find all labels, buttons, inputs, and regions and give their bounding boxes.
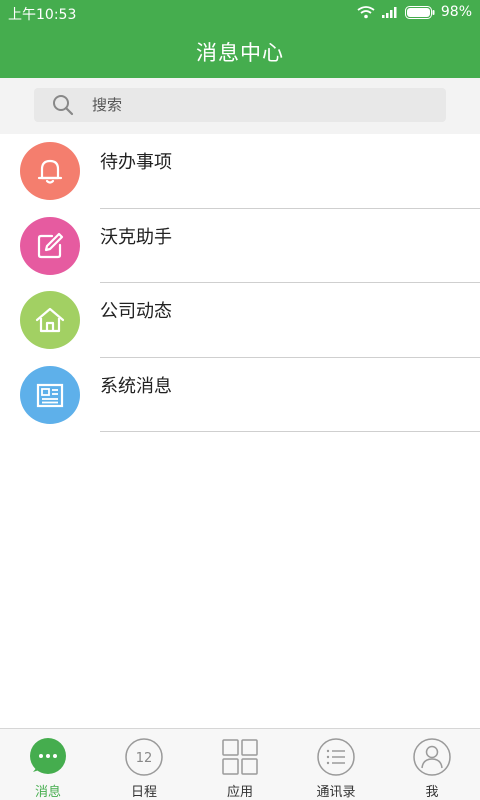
list-item-company-news[interactable]: 公司动态 [0, 283, 480, 358]
list-item-assistant[interactable]: 沃克助手 [0, 209, 480, 283]
status-time: 上午10:53 [8, 7, 77, 23]
news-icon [36, 383, 64, 407]
tab-label: 通讯录 [316, 785, 356, 800]
tab-label: 我 [425, 785, 439, 800]
app-header: 上午10:53 98% 消息中心 [0, 0, 480, 78]
chat-icon [30, 738, 66, 774]
search-input[interactable] [92, 94, 422, 116]
tab-label: 消息 [34, 785, 61, 800]
battery-icon [404, 5, 435, 19]
tab-messages[interactable]: 消息 [0, 729, 96, 800]
status-bar: 上午10:53 98% [0, 0, 480, 26]
todo-avatar [20, 142, 80, 200]
list-item-system-messages[interactable]: 系统消息 [0, 358, 480, 432]
signal-icon [381, 7, 397, 18]
battery-percent: 98% [440, 4, 472, 20]
calendar-badge: 12 [136, 751, 153, 766]
tab-contacts[interactable]: 通讯录 [288, 729, 384, 800]
company-news-avatar [20, 291, 80, 349]
tab-schedule[interactable]: 12 日程 [96, 729, 192, 800]
tab-apps[interactable]: 应用 [192, 729, 288, 800]
tab-me[interactable]: 我 [384, 729, 480, 800]
wifi-icon [357, 6, 375, 19]
edit-icon [37, 232, 64, 258]
page-title: 消息中心 [196, 41, 284, 65]
search-area [0, 78, 480, 134]
list-item-label: 沃克助手 [100, 226, 172, 248]
list-item-label: 公司动态 [100, 301, 172, 322]
list-item-todo[interactable]: 待办事项 [0, 134, 480, 209]
search-icon [53, 95, 74, 116]
bell-icon [37, 159, 63, 184]
list-item-label: 系统消息 [100, 375, 172, 397]
search-box[interactable] [34, 88, 446, 122]
tab-label: 日程 [130, 785, 157, 800]
system-messages-avatar [20, 365, 80, 424]
list-item-label: 待办事项 [100, 152, 172, 173]
profile-icon [413, 738, 451, 776]
calendar-icon: 12 [125, 738, 163, 776]
home-icon [35, 307, 65, 333]
tab-label: 应用 [226, 785, 253, 800]
apps-grid-icon [222, 739, 258, 775]
contacts-list-icon [317, 738, 355, 776]
message-category-list: 待办事项 沃克助手 公司动态 系统消息 [0, 134, 480, 432]
bottom-tab-bar: 消息 12 日程 应用 通讯录 我 [0, 728, 480, 800]
status-indicators: 98% [357, 4, 472, 20]
assistant-avatar [20, 216, 80, 275]
divider [100, 431, 480, 432]
